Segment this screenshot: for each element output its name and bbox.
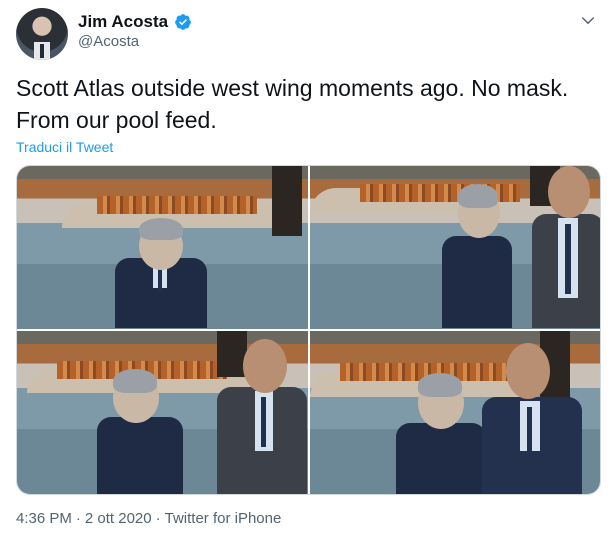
tweet-date[interactable]: 2 ott 2020 <box>85 510 152 527</box>
chevron-down-icon[interactable] <box>579 12 597 30</box>
suit <box>441 236 512 328</box>
tweet-text: Scott Atlas outside west wing moments ag… <box>16 75 569 133</box>
hair <box>417 373 462 397</box>
photo-3[interactable] <box>17 331 308 494</box>
tweet-time[interactable]: 4:36 PM <box>16 510 72 527</box>
head <box>547 166 590 218</box>
suit <box>395 423 486 494</box>
author-name-row[interactable]: Jim Acosta <box>78 12 192 32</box>
photo-1[interactable] <box>17 166 308 329</box>
hair <box>139 218 183 240</box>
head <box>243 339 287 393</box>
post <box>272 166 302 236</box>
head <box>505 343 550 399</box>
tweet-source[interactable]: Twitter for iPhone <box>165 510 282 527</box>
meta-separator: · <box>155 510 161 527</box>
suit <box>97 417 183 494</box>
author-name[interactable]: Jim Acosta <box>78 12 168 32</box>
photo-4[interactable] <box>309 331 600 494</box>
author-handle[interactable]: @Acosta <box>78 33 139 50</box>
photo-2[interactable] <box>309 166 600 329</box>
tie <box>261 397 266 447</box>
tweet-meta: 4:36 PM · 2 ott 2020 · Twitter for iPhon… <box>16 510 281 527</box>
translate-tweet-link[interactable]: Traduci il Tweet <box>16 139 113 155</box>
meta-separator: · <box>75 510 81 527</box>
tie <box>564 224 571 294</box>
fallen-leaves <box>97 196 257 214</box>
media-grid[interactable] <box>16 165 601 495</box>
avatar-tie <box>40 44 44 58</box>
avatar[interactable] <box>16 8 68 60</box>
verified-badge-icon <box>175 14 191 30</box>
hair <box>113 369 157 393</box>
tie <box>526 407 532 451</box>
hair <box>457 184 498 208</box>
